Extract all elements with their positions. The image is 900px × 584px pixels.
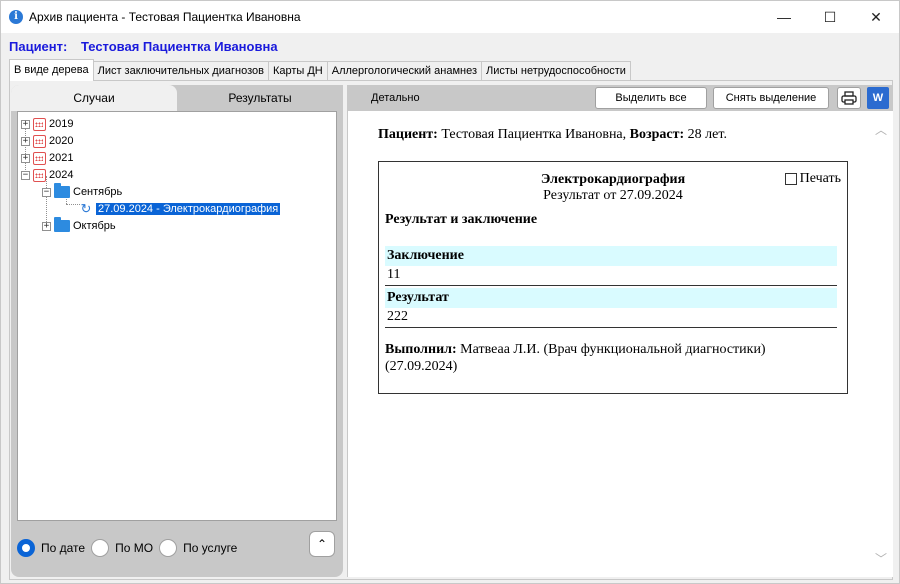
radio-dot[interactable] bbox=[91, 539, 110, 557]
calendar-icon bbox=[33, 134, 46, 148]
folder-icon bbox=[54, 217, 70, 232]
patient-name: Тестовая Пациентка Ивановна, bbox=[441, 127, 627, 142]
printer-icon bbox=[841, 91, 857, 105]
field-value-result: 222 bbox=[385, 308, 837, 328]
chevron-up-icon[interactable]: ⌃ bbox=[309, 531, 335, 557]
print-button[interactable] bbox=[837, 87, 861, 109]
radio-label: По дате bbox=[41, 541, 86, 555]
expand-icon[interactable]: + bbox=[21, 153, 30, 163]
tree-item-label: 2020 bbox=[49, 135, 74, 147]
performer: Выполнил: Матвеаа Л.И. (Врач функциональ… bbox=[385, 341, 837, 375]
result-card: Электрокардиография Результат от 27.09.2… bbox=[378, 161, 848, 394]
maximize-button[interactable]: ☐ bbox=[807, 1, 853, 33]
tab-results[interactable]: Результаты bbox=[177, 85, 343, 111]
tree-item-label: Сентябрь bbox=[73, 186, 123, 198]
expand-icon[interactable]: + bbox=[21, 119, 30, 129]
close-button[interactable]: ✕ bbox=[853, 1, 899, 33]
radio-dot[interactable] bbox=[17, 539, 35, 557]
left-panel: Случаи Результаты + 2019 + 2020 + 2021 −… bbox=[11, 85, 343, 577]
deselect-button[interactable]: Снять выделение bbox=[713, 87, 829, 109]
radio-label: По услуге bbox=[183, 541, 238, 555]
field-label-result: Результат bbox=[385, 288, 837, 308]
expand-icon[interactable]: + bbox=[42, 221, 51, 231]
archive-window: i Архив пациента - Тестовая Пациентка Ив… bbox=[0, 0, 900, 584]
collapse-icon[interactable]: − bbox=[21, 170, 30, 180]
calendar-icon bbox=[33, 117, 46, 131]
radio-label: По МО bbox=[115, 541, 154, 555]
radio-by-mo[interactable]: По МО bbox=[91, 539, 153, 557]
document-view: Пациент: Тестовая Пациентка Ивановна, Во… bbox=[347, 111, 893, 577]
radio-by-date[interactable]: По дате bbox=[17, 539, 85, 557]
right-panel-header: Детально Выделить все Снять выделение W bbox=[347, 85, 893, 111]
main-tabs: В виде дерева Лист заключительных диагно… bbox=[9, 59, 631, 81]
tree-item-label: 2021 bbox=[49, 152, 74, 164]
select-all-button[interactable]: Выделить все bbox=[595, 87, 707, 109]
tree-item-label: 2019 bbox=[49, 118, 74, 130]
patient-header-name: Тестовая Пациентка Ивановна bbox=[80, 39, 278, 54]
calendar-icon bbox=[33, 168, 46, 182]
tab-cases[interactable]: Случаи bbox=[11, 85, 177, 111]
collapse-icon[interactable]: − bbox=[42, 187, 51, 197]
patient-label: Пациент: bbox=[378, 127, 438, 142]
print-label: Печать bbox=[799, 171, 841, 186]
calendar-icon bbox=[33, 151, 46, 165]
tab-allergy-history[interactable]: Аллергологический анамнез bbox=[326, 61, 482, 81]
scroll-down-icon[interactable]: ﹀ bbox=[875, 550, 887, 567]
patient-header-label: Пациент: bbox=[9, 39, 68, 54]
tree-item-label: Октябрь bbox=[73, 220, 116, 232]
tree-item-2024[interactable]: − 2024 bbox=[21, 167, 73, 183]
tab-tree-view[interactable]: В виде дерева bbox=[9, 59, 94, 81]
checkbox[interactable] bbox=[784, 173, 797, 185]
tab-sick-leaves[interactable]: Листы нетрудоспособности bbox=[481, 61, 631, 81]
tree-item-october[interactable]: + Октябрь bbox=[42, 217, 116, 234]
print-checkbox[interactable]: Печать bbox=[784, 171, 841, 187]
radio-dot[interactable] bbox=[159, 539, 178, 557]
expand-icon[interactable]: + bbox=[21, 136, 30, 146]
performer-label: Выполнил: bbox=[385, 342, 457, 357]
section-heading: Результат и заключение bbox=[385, 212, 538, 227]
folder-icon bbox=[54, 183, 70, 198]
field-value-conclusion: 11 bbox=[385, 266, 837, 286]
tree-item-2019[interactable]: + 2019 bbox=[21, 116, 73, 132]
scroll-up-icon[interactable]: ︿ bbox=[875, 121, 887, 138]
results-tree: + 2019 + 2020 + 2021 − 2024 − Сентябрь ↻… bbox=[17, 111, 337, 521]
tree-item-2020[interactable]: + 2020 bbox=[21, 133, 73, 149]
minimize-button[interactable]: — bbox=[761, 1, 807, 33]
tab-dn-cards[interactable]: Карты ДН bbox=[267, 61, 328, 81]
info-icon: i bbox=[9, 10, 23, 24]
tree-item-label: 2024 bbox=[49, 169, 74, 181]
tree-item-2021[interactable]: + 2021 bbox=[21, 150, 73, 166]
tab-final-diagnoses[interactable]: Лист заключительных диагнозов bbox=[92, 61, 269, 81]
title-bar: i Архив пациента - Тестовая Пациентка Ив… bbox=[1, 1, 899, 33]
age-value: 28 лет. bbox=[687, 127, 727, 142]
field-label-conclusion: Заключение bbox=[385, 246, 837, 266]
tree-item-label: 27.09.2024 - Электрокардиография bbox=[96, 203, 281, 215]
patient-header: Пациент: Тестовая Пациентка Ивановна bbox=[9, 39, 278, 54]
tree-item-ecg-result[interactable]: ↻ 27.09.2024 - Электрокардиография bbox=[76, 201, 281, 217]
document-patient-line: Пациент: Тестовая Пациентка Ивановна, Во… bbox=[378, 127, 727, 143]
age-label: Возраст: bbox=[629, 127, 685, 142]
sort-radio-group: По дате По МО По услуге ⌃ bbox=[17, 529, 337, 567]
refresh-icon: ↻ bbox=[80, 201, 92, 216]
card-title: Электрокардиография bbox=[540, 172, 686, 187]
card-subtitle: Результат от 27.09.2024 bbox=[543, 188, 683, 203]
window-title: Архив пациента - Тестовая Пациентка Иван… bbox=[29, 10, 301, 24]
word-icon[interactable]: W bbox=[867, 87, 889, 109]
tree-item-september[interactable]: − Сентябрь bbox=[42, 183, 123, 200]
radio-by-service[interactable]: По услуге bbox=[159, 539, 237, 557]
panel-caption: Детально bbox=[371, 92, 420, 104]
